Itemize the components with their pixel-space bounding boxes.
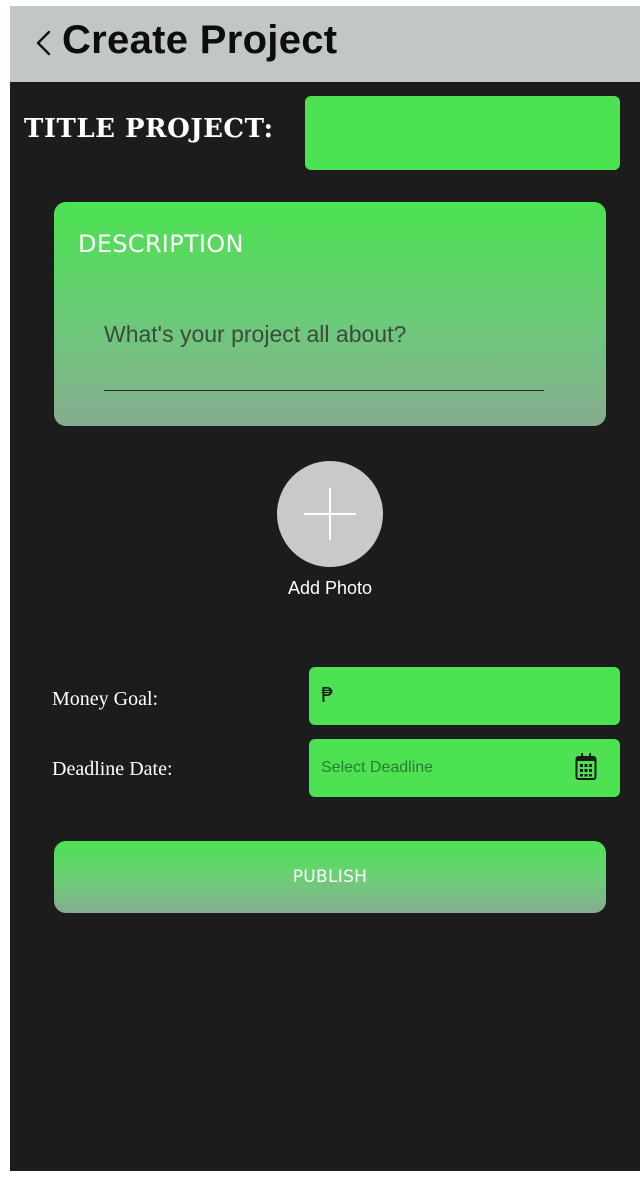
title-project-label: TITLE PROJECT:: [24, 114, 274, 144]
calendar-icon[interactable]: [575, 752, 597, 782]
plus-icon: [304, 488, 356, 540]
peso-sign-icon: ₱: [321, 683, 334, 707]
description-heading: DESCRIPTION: [78, 230, 244, 258]
page-title: Create Project: [62, 18, 338, 62]
add-photo-label: Add Photo: [287, 578, 373, 598]
deadline-date-input[interactable]: [321, 747, 561, 789]
deadline-date-field: [309, 739, 620, 797]
money-goal-field: ₱: [309, 667, 620, 725]
header-bar: Create Project: [10, 6, 640, 82]
title-project-input[interactable]: [305, 96, 620, 170]
description-input[interactable]: [104, 312, 544, 356]
description-underline: [104, 390, 544, 391]
chevron-left-icon[interactable]: [32, 28, 56, 58]
app-screen: Create Project TITLE PROJECT: DESCRIPTIO…: [10, 6, 640, 1171]
publish-button[interactable]: PUBLISH: [54, 841, 606, 913]
money-goal-label: Money Goal:: [52, 688, 159, 710]
money-goal-input[interactable]: [345, 675, 605, 717]
description-card: DESCRIPTION: [54, 202, 606, 426]
add-photo-button[interactable]: [277, 461, 383, 567]
deadline-date-label: Deadline Date:: [52, 758, 173, 780]
